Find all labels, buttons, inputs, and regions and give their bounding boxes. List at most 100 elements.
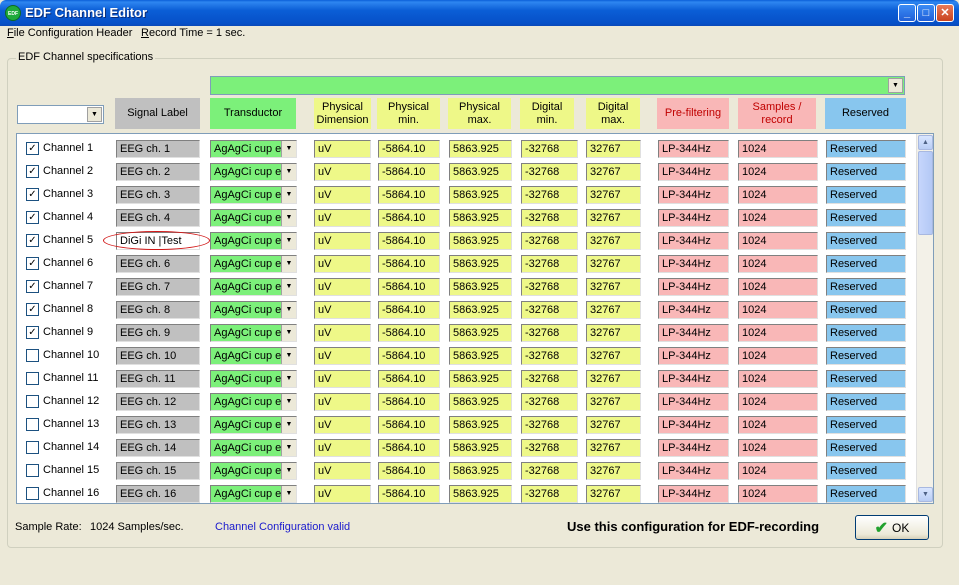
chevron-down-icon[interactable]: ▼ xyxy=(281,302,296,318)
signal-label-field[interactable]: EEG ch. 12 xyxy=(116,393,200,411)
physical-dimension-field[interactable]: uV xyxy=(314,163,371,181)
chevron-down-icon[interactable]: ▼ xyxy=(281,279,296,295)
physical-max-field[interactable]: 5863.925 xyxy=(449,163,512,181)
samples-record-field[interactable]: 1024 xyxy=(738,347,818,365)
digital-max-field[interactable]: 32767 xyxy=(586,232,641,250)
digital-min-field[interactable]: -32768 xyxy=(521,347,578,365)
digital-min-field[interactable]: -32768 xyxy=(521,255,578,273)
signal-label-field[interactable]: EEG ch. 7 xyxy=(116,278,200,296)
physical-max-field[interactable]: 5863.925 xyxy=(449,462,512,480)
channel-checkbox[interactable]: ✓ xyxy=(26,211,39,224)
signal-label-field[interactable]: EEG ch. 9 xyxy=(116,324,200,342)
samples-record-field[interactable]: 1024 xyxy=(738,255,818,273)
samples-record-field[interactable]: 1024 xyxy=(738,416,818,434)
physical-max-field[interactable]: 5863.925 xyxy=(449,485,512,503)
digital-min-field[interactable]: -32768 xyxy=(521,278,578,296)
physical-min-field[interactable]: -5864.10 xyxy=(378,416,440,434)
physical-min-field[interactable]: -5864.10 xyxy=(378,140,440,158)
digital-max-field[interactable]: 32767 xyxy=(586,416,641,434)
prefiltering-field[interactable]: LP-344Hz xyxy=(658,370,729,388)
channel-checkbox[interactable]: ✓ xyxy=(26,326,39,339)
chevron-down-icon[interactable]: ▼ xyxy=(281,371,296,387)
transductor-select[interactable]: AgAgCi cup e ▼ xyxy=(210,232,297,250)
signal-label-field[interactable]: EEG ch. 8 xyxy=(116,301,200,319)
scroll-thumb[interactable] xyxy=(918,151,933,235)
menu-record-time[interactable]: Record Time = 1 sec. xyxy=(141,27,245,39)
channel-checkbox[interactable]: ✓ xyxy=(26,165,39,178)
physical-max-field[interactable]: 5863.925 xyxy=(449,140,512,158)
prefiltering-field[interactable]: LP-344Hz xyxy=(658,255,729,273)
digital-max-field[interactable]: 32767 xyxy=(586,301,641,319)
physical-max-field[interactable]: 5863.925 xyxy=(449,370,512,388)
signal-label-field[interactable]: EEG ch. 15 xyxy=(116,462,200,480)
samples-record-field[interactable]: 1024 xyxy=(738,439,818,457)
top-combo-box[interactable]: ▼ xyxy=(210,76,905,95)
digital-min-field[interactable]: -32768 xyxy=(521,209,578,227)
digital-min-field[interactable]: -32768 xyxy=(521,485,578,503)
physical-min-field[interactable]: -5864.10 xyxy=(378,255,440,273)
transductor-select[interactable]: AgAgCi cup e ▼ xyxy=(210,462,297,480)
transductor-select[interactable]: AgAgCi cup e ▼ xyxy=(210,439,297,457)
digital-min-field[interactable]: -32768 xyxy=(521,370,578,388)
reserved-field[interactable]: Reserved xyxy=(826,485,906,503)
chevron-down-icon[interactable]: ▼ xyxy=(281,325,296,341)
digital-min-field[interactable]: -32768 xyxy=(521,186,578,204)
signal-label-field[interactable]: EEG ch. 13 xyxy=(116,416,200,434)
samples-record-field[interactable]: 1024 xyxy=(738,278,818,296)
chevron-down-icon[interactable]: ▼ xyxy=(281,187,296,203)
physical-dimension-field[interactable]: uV xyxy=(314,416,371,434)
channel-checkbox[interactable]: ✓ xyxy=(26,257,39,270)
physical-min-field[interactable]: -5864.10 xyxy=(378,278,440,296)
digital-max-field[interactable]: 32767 xyxy=(586,209,641,227)
channel-checkbox[interactable] xyxy=(26,418,39,431)
physical-min-field[interactable]: -5864.10 xyxy=(378,163,440,181)
prefiltering-field[interactable]: LP-344Hz xyxy=(658,485,729,503)
digital-max-field[interactable]: 32767 xyxy=(586,140,641,158)
channel-checkbox[interactable]: ✓ xyxy=(26,188,39,201)
channel-select-combo[interactable]: ▼ xyxy=(17,105,104,124)
prefiltering-field[interactable]: LP-344Hz xyxy=(658,393,729,411)
samples-record-field[interactable]: 1024 xyxy=(738,370,818,388)
digital-max-field[interactable]: 32767 xyxy=(586,186,641,204)
prefiltering-field[interactable]: LP-344Hz xyxy=(658,416,729,434)
scroll-up-icon[interactable]: ▲ xyxy=(918,135,933,150)
chevron-down-icon[interactable]: ▼ xyxy=(281,486,296,502)
signal-label-field[interactable]: EEG ch. 4 xyxy=(116,209,200,227)
signal-label-field[interactable]: EEG ch. 11 xyxy=(116,370,200,388)
samples-record-field[interactable]: 1024 xyxy=(738,485,818,503)
digital-max-field[interactable]: 32767 xyxy=(586,278,641,296)
physical-min-field[interactable]: -5864.10 xyxy=(378,393,440,411)
digital-max-field[interactable]: 32767 xyxy=(586,324,641,342)
physical-min-field[interactable]: -5864.10 xyxy=(378,370,440,388)
reserved-field[interactable]: Reserved xyxy=(826,209,906,227)
prefiltering-field[interactable]: LP-344Hz xyxy=(658,439,729,457)
channel-checkbox[interactable] xyxy=(26,441,39,454)
transductor-select[interactable]: AgAgCi cup e ▼ xyxy=(210,370,297,388)
samples-record-field[interactable]: 1024 xyxy=(738,301,818,319)
transductor-select[interactable]: AgAgCi cup e ▼ xyxy=(210,209,297,227)
physical-dimension-field[interactable]: uV xyxy=(314,485,371,503)
transductor-select[interactable]: AgAgCi cup e ▼ xyxy=(210,347,297,365)
chevron-down-icon[interactable]: ▼ xyxy=(281,394,296,410)
menu-file-configuration-header[interactable]: File Configuration Header xyxy=(7,27,132,39)
digital-max-field[interactable]: 32767 xyxy=(586,163,641,181)
chevron-down-icon[interactable]: ▼ xyxy=(281,164,296,180)
channel-checkbox[interactable]: ✓ xyxy=(26,280,39,293)
physical-min-field[interactable]: -5864.10 xyxy=(378,209,440,227)
chevron-down-icon[interactable]: ▼ xyxy=(281,210,296,226)
chevron-down-icon[interactable]: ▼ xyxy=(281,463,296,479)
chevron-down-icon[interactable]: ▼ xyxy=(888,78,903,93)
digital-min-field[interactable]: -32768 xyxy=(521,462,578,480)
digital-min-field[interactable]: -32768 xyxy=(521,140,578,158)
signal-label-field[interactable]: EEG ch. 2 xyxy=(116,163,200,181)
minimize-button[interactable]: _ xyxy=(898,4,916,22)
samples-record-field[interactable]: 1024 xyxy=(738,140,818,158)
chevron-down-icon[interactable]: ▼ xyxy=(281,440,296,456)
transductor-select[interactable]: AgAgCi cup e ▼ xyxy=(210,186,297,204)
transductor-select[interactable]: AgAgCi cup e ▼ xyxy=(210,301,297,319)
close-button[interactable]: ✕ xyxy=(936,4,954,22)
prefiltering-field[interactable]: LP-344Hz xyxy=(658,140,729,158)
reserved-field[interactable]: Reserved xyxy=(826,186,906,204)
physical-max-field[interactable]: 5863.925 xyxy=(449,255,512,273)
prefiltering-field[interactable]: LP-344Hz xyxy=(658,186,729,204)
